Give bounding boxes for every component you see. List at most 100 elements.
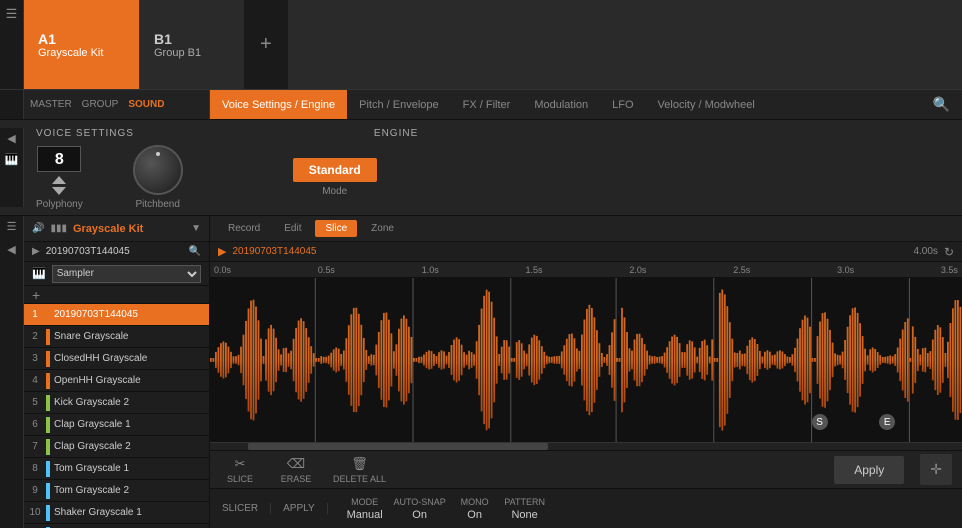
delete-all-tool-button[interactable]: 🗑 DELETE ALL	[332, 456, 387, 484]
pattern-val: None	[511, 509, 537, 521]
list-item[interactable]: 2 Snare Grayscale	[24, 326, 209, 348]
polyphony-up-arrow[interactable]	[52, 176, 66, 184]
play-icon-small[interactable]: ▶	[32, 246, 40, 257]
autosnap-key: AUTO-SNAP	[393, 497, 445, 507]
list-item[interactable]: 8 Tom Grayscale 1	[24, 458, 209, 480]
tab-b1-label: B1	[154, 31, 230, 47]
piano-icon: 🎹	[5, 153, 19, 166]
mode-button[interactable]: Standard	[293, 158, 377, 182]
move-mode-button[interactable]: ✛	[920, 454, 952, 485]
track-number: 6	[24, 419, 46, 430]
mode-key: MODE	[351, 497, 378, 507]
kit-name: Grayscale Kit	[73, 223, 185, 235]
track-name: Clap Grayscale 2	[54, 441, 205, 452]
ruler-mark-6: 3.0s	[837, 265, 854, 275]
left-arrow-icon[interactable]: ◀	[7, 132, 15, 145]
track-name: Tom Grayscale 1	[54, 463, 205, 474]
track-color-bar	[46, 461, 50, 477]
search-datetime-icon[interactable]: 🔍	[189, 246, 201, 257]
search-icon-nav[interactable]: 🔍	[921, 96, 962, 113]
volume-bars-icon: ▮▮▮	[50, 223, 67, 234]
track-name: ClosedHH Grayscale	[54, 353, 205, 364]
speaker-icon: 🔊	[32, 223, 44, 234]
mode-label: Mode	[322, 186, 347, 197]
kit-dropdown-icon[interactable]: ▼	[191, 223, 201, 234]
tab-velocity-modwheel[interactable]: Velocity / Modwheel	[646, 90, 767, 119]
list-item[interactable]: 11 Shaker Grayscale 2	[24, 524, 209, 528]
sound-tab[interactable]: SOUND	[128, 99, 164, 110]
autosnap-setting[interactable]: AUTO-SNAP On	[390, 497, 450, 521]
mono-setting[interactable]: MONO On	[450, 497, 500, 521]
track-name: Tom Grayscale 2	[54, 485, 205, 496]
datetime-value: 20190703T144045	[46, 246, 130, 257]
track-color-bar	[46, 307, 50, 323]
list-item[interactable]: 3 ClosedHH Grayscale	[24, 348, 209, 370]
hamburger-icon[interactable]: ☰	[7, 220, 17, 233]
waveform-canvas: S E	[210, 278, 962, 442]
erase-icon: ⌫	[287, 456, 305, 472]
slicer-tab-zone[interactable]: Zone	[361, 220, 404, 237]
master-tab[interactable]: MASTER	[30, 99, 72, 110]
add-tab-button[interactable]: +	[244, 0, 288, 89]
ruler-mark-1: 0.5s	[318, 265, 335, 275]
track-number: 7	[24, 441, 46, 452]
list-item[interactable]: 9 Tom Grayscale 2	[24, 480, 209, 502]
track-color-bar	[46, 329, 50, 345]
erase-tool-button[interactable]: ⌫ ERASE	[276, 456, 316, 484]
loop-icon[interactable]: ↻	[944, 245, 954, 259]
track-name: 20190703T144045	[54, 309, 205, 320]
mode-val: Manual	[347, 509, 383, 521]
mode-setting[interactable]: MODE Manual	[340, 497, 390, 521]
slicer-tab-record[interactable]: Record	[218, 220, 270, 237]
track-number: 9	[24, 485, 46, 496]
track-number: 8	[24, 463, 46, 474]
track-list: 1 20190703T144045 2 Snare Grayscale 3 Cl…	[24, 304, 209, 528]
list-item[interactable]: 4 OpenHH Grayscale	[24, 370, 209, 392]
list-item[interactable]: 10 Shaker Grayscale 1	[24, 502, 209, 524]
polyphony-down-arrow[interactable]	[52, 187, 66, 195]
tab-pitch-envelope[interactable]: Pitch / Envelope	[347, 90, 451, 119]
tab-a1-label: A1	[38, 31, 125, 47]
group-tab[interactable]: GROUP	[82, 99, 119, 110]
list-item[interactable]: 5 Kick Grayscale 2	[24, 392, 209, 414]
menu-icon[interactable]: ☰	[6, 6, 18, 22]
track-color-bar	[46, 483, 50, 499]
mono-key: MONO	[461, 497, 489, 507]
track-color-bar	[46, 395, 50, 411]
track-name: Snare Grayscale	[54, 331, 205, 342]
ruler-mark-7: 3.5s	[941, 265, 958, 275]
track-number: 4	[24, 375, 46, 386]
tab-b1[interactable]: B1 Group B1	[139, 0, 244, 89]
slice-tool-button[interactable]: ✂ SLICE	[220, 456, 260, 484]
slicer-tab-edit[interactable]: Edit	[274, 220, 311, 237]
tab-modulation[interactable]: Modulation	[522, 90, 600, 119]
waveform-scrollbar[interactable]	[210, 442, 962, 450]
track-name: Clap Grayscale 1	[54, 419, 205, 430]
pattern-key: PATTERN	[504, 497, 545, 507]
ruler-mark-0: 0.0s	[214, 265, 231, 275]
polyphony-label: Polyphony	[36, 199, 83, 210]
slice-icon: ✂	[235, 456, 246, 472]
pattern-setting[interactable]: PATTERN None	[500, 497, 550, 521]
list-item[interactable]: 1 20190703T144045	[24, 304, 209, 326]
track-number: 10	[24, 507, 46, 518]
piano-small-icon: 🎹	[32, 267, 46, 280]
tab-fx-filter[interactable]: FX / Filter	[451, 90, 523, 119]
tab-lfo[interactable]: LFO	[600, 90, 645, 119]
tab-voice-settings[interactable]: Voice Settings / Engine	[210, 90, 347, 119]
ruler-mark-4: 2.0s	[629, 265, 646, 275]
pitchbend-knob[interactable]	[133, 145, 183, 195]
list-item[interactable]: 6 Clap Grayscale 1	[24, 414, 209, 436]
apply-button[interactable]: Apply	[834, 456, 904, 484]
add-track-button[interactable]: +	[32, 287, 40, 303]
waveform-play-icon[interactable]: ▶	[218, 245, 226, 258]
arrow-left-icon[interactable]: ◀	[7, 243, 15, 256]
waveform-time-end: 4.00s	[913, 246, 937, 257]
list-item[interactable]: 7 Clap Grayscale 2	[24, 436, 209, 458]
ruler-mark-2: 1.0s	[422, 265, 439, 275]
voice-settings-label: VOICE SETTINGS	[36, 128, 134, 139]
sampler-select[interactable]: Sampler	[52, 265, 201, 283]
slicer-tab-slice[interactable]: Slice	[315, 220, 357, 237]
tab-a1[interactable]: A1 Grayscale Kit	[24, 0, 139, 89]
track-color-bar	[46, 351, 50, 367]
